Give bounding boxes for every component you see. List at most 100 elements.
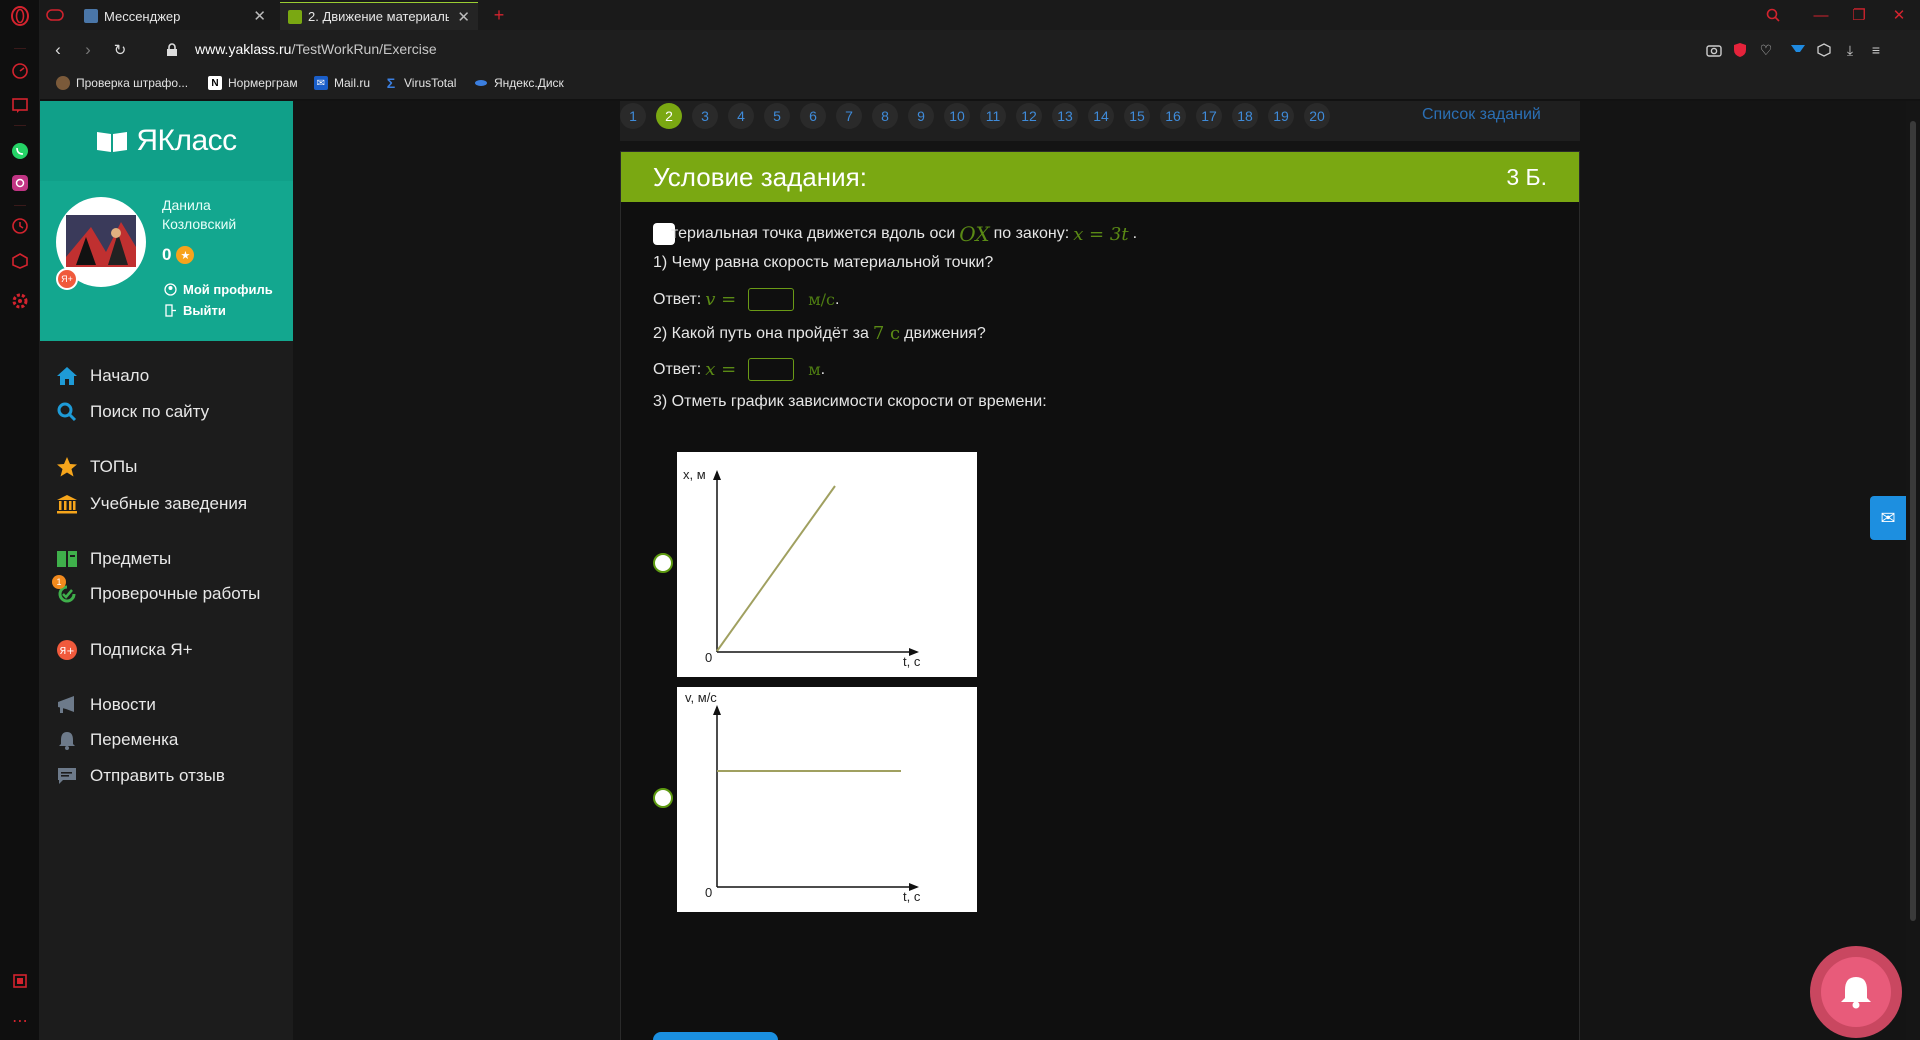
sidebar-item-news[interactable]: Новости <box>56 694 156 716</box>
reload-icon[interactable]: ↻ <box>108 38 132 62</box>
page-scrollbar[interactable] <box>1906 101 1920 1040</box>
sidebar-item-subjects[interactable]: Предметы <box>56 548 171 570</box>
yaplus-icon: Я+ <box>56 639 78 661</box>
submit-answer-button[interactable] <box>653 1032 778 1040</box>
browser-window: ⋯ Мессенджер ✕ 2. Движение материальной … <box>0 0 1920 1040</box>
bookmark-item[interactable]: Проверка штрафо... <box>56 76 188 90</box>
yaplus-badge-icon: Я+ <box>56 268 78 290</box>
page-button-17[interactable]: 17 <box>1196 103 1222 129</box>
distance-answer-input[interactable] <box>748 358 795 381</box>
history-icon[interactable] <box>9 215 31 237</box>
close-tab-icon[interactable]: ✕ <box>457 8 470 26</box>
tab-search-icon[interactable] <box>1754 0 1792 30</box>
sidebar-item-tests[interactable]: 1 Проверочные работы <box>52 575 260 605</box>
download-icon[interactable]: ⤓ <box>1840 40 1860 60</box>
favorites-heart-icon[interactable]: ♡ <box>1756 40 1776 60</box>
mail-icon: ✉ <box>314 76 328 90</box>
opera-logo-icon[interactable] <box>9 5 31 27</box>
answer-2-row: Ответ: x = м. <box>653 358 826 381</box>
page-button-5[interactable]: 5 <box>764 103 790 129</box>
svg-text:Я+: Я+ <box>59 646 74 657</box>
extensions-icon[interactable] <box>9 250 31 272</box>
page-button-12[interactable]: 12 <box>1016 103 1042 129</box>
page-button-6[interactable]: 6 <box>800 103 826 129</box>
forward-icon[interactable]: › <box>76 38 100 62</box>
tab-messenger[interactable]: Мессенджер ✕ <box>76 2 274 30</box>
page-button-2[interactable]: 2 <box>656 103 682 129</box>
graph-x-label: t, с <box>903 889 921 904</box>
page-button-7[interactable]: 7 <box>836 103 862 129</box>
instagram-icon[interactable] <box>9 172 31 194</box>
lock-icon <box>160 38 184 62</box>
sidebar-item-schools[interactable]: Учебные заведения <box>56 493 247 515</box>
minimize-icon[interactable]: — <box>1802 0 1840 30</box>
page-button-20[interactable]: 20 <box>1304 103 1330 129</box>
bookmark-item[interactable]: N Нормерграм <box>208 76 298 90</box>
notifications-button[interactable] <box>1810 946 1902 1038</box>
task-score: 3 Б. <box>1506 164 1547 190</box>
graph-origin-label: 0 <box>705 650 713 665</box>
chip-icon[interactable] <box>9 970 31 992</box>
back-icon[interactable]: ‹ <box>46 38 70 62</box>
snapshot-icon[interactable] <box>1704 40 1724 60</box>
radio-option-1[interactable] <box>653 553 673 573</box>
radio-option-2[interactable] <box>653 788 673 808</box>
twitch-icon[interactable] <box>9 95 31 117</box>
page-button-15[interactable]: 15 <box>1124 103 1150 129</box>
close-tab-icon[interactable]: ✕ <box>253 7 266 25</box>
sidebar-item-home[interactable]: Начало <box>56 365 149 387</box>
answer-1-row: Ответ: v = м/с. <box>653 288 840 311</box>
restore-icon[interactable]: ❐ <box>1840 0 1878 30</box>
task-list-link[interactable]: Список заданий <box>1422 106 1541 124</box>
settings-icon[interactable] <box>9 290 31 312</box>
more-icon[interactable]: ⋯ <box>9 1010 31 1032</box>
sidebar-item-break[interactable]: Переменка <box>56 729 178 751</box>
adblock-icon[interactable] <box>1730 40 1750 60</box>
tab-yaklass-exercise[interactable]: 2. Движение материальной ✕ <box>280 2 478 30</box>
graph-y-label: v, м/с <box>685 690 717 705</box>
url-field[interactable]: www.yaklass.ru/TestWorkRun/Exercise <box>195 41 437 57</box>
page-button-19[interactable]: 19 <box>1268 103 1294 129</box>
cube-icon[interactable] <box>1814 40 1834 60</box>
sidebar-item-tops[interactable]: ТОПы <box>56 456 137 478</box>
bookmark-item[interactable]: Яндекс.Диск <box>474 76 564 90</box>
flow-icon[interactable] <box>1788 40 1808 60</box>
yaklass-logo[interactable]: ЯКласс <box>40 101 293 181</box>
page-button-13[interactable]: 13 <box>1052 103 1078 129</box>
page-button-1[interactable]: 1 <box>620 103 646 129</box>
sidebar-item-feedback[interactable]: Отправить отзыв <box>56 765 225 787</box>
page-button-3[interactable]: 3 <box>692 103 718 129</box>
graph-rising-line <box>716 485 836 652</box>
bookmark-item[interactable]: Σ VirusTotal <box>384 75 457 91</box>
menu-icon[interactable]: ≡ <box>1866 40 1886 60</box>
bookmarks-bar: Проверка штрафо... N Нормерграм ✉ Mail.r… <box>40 70 1920 100</box>
new-tab-icon[interactable]: + <box>484 0 514 30</box>
speed-dial-icon[interactable] <box>9 60 31 82</box>
gamepad-icon[interactable] <box>40 0 70 30</box>
home-icon <box>56 365 78 387</box>
page-button-8[interactable]: 8 <box>872 103 898 129</box>
bookmark-item[interactable]: ✉ Mail.ru <box>314 76 370 90</box>
page-button-18[interactable]: 18 <box>1232 103 1258 129</box>
sidebar-item-search[interactable]: Поиск по сайту <box>56 401 209 423</box>
page-button-16[interactable]: 16 <box>1160 103 1186 129</box>
scrollbar-thumb[interactable] <box>1910 121 1916 921</box>
address-bar: ‹ › ↻ www.yaklass.ru/TestWorkRun/Exercis… <box>40 30 1920 70</box>
my-profile-link[interactable]: Мой профиль <box>164 282 273 297</box>
page-button-11[interactable]: 11 <box>980 103 1006 129</box>
page-button-10[interactable]: 10 <box>944 103 970 129</box>
search-icon <box>56 401 78 423</box>
close-window-icon[interactable]: ✕ <box>1880 0 1918 30</box>
logout-link[interactable]: Выйти <box>164 303 226 318</box>
sidebar-item-yaplus[interactable]: Я+ Подписка Я+ <box>56 639 193 661</box>
page-button-9[interactable]: 9 <box>908 103 934 129</box>
velocity-answer-input[interactable] <box>748 288 795 311</box>
tests-icon: 1 <box>52 575 78 605</box>
feedback-mail-icon[interactable]: ✉ <box>1870 496 1906 540</box>
virustotal-icon: Σ <box>386 75 396 91</box>
whatsapp-icon[interactable] <box>9 140 31 162</box>
question-2: 2) Какой путь она пройдёт за 7 с движени… <box>653 323 986 344</box>
page-button-4[interactable]: 4 <box>728 103 754 129</box>
page-button-14[interactable]: 14 <box>1088 103 1114 129</box>
star-coin-icon: ★ <box>176 246 195 264</box>
